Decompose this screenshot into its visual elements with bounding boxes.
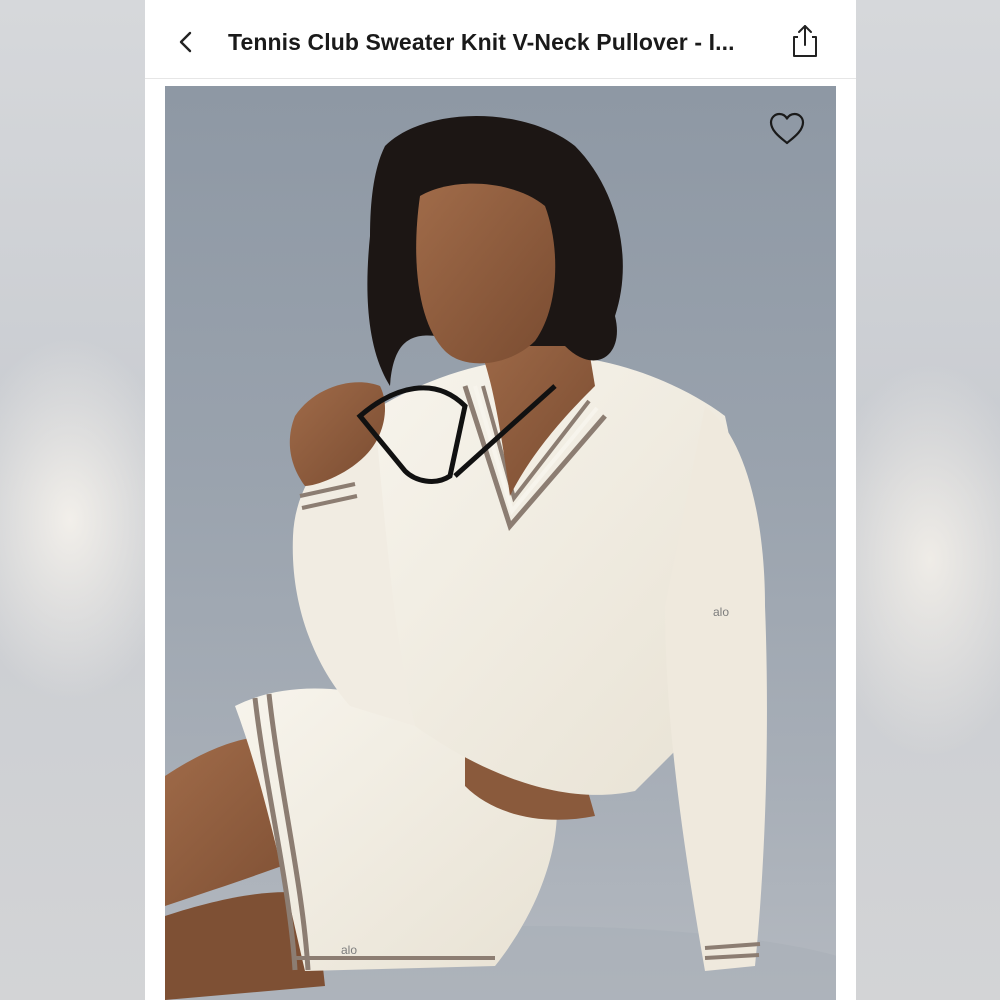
app-screen: Tennis Club Sweater Knit V-Neck Pullover… [145, 0, 856, 1000]
back-button[interactable] [171, 24, 201, 60]
favorite-button[interactable] [767, 110, 807, 148]
share-icon [793, 25, 817, 57]
page-title: Tennis Club Sweater Knit V-Neck Pullover… [228, 29, 735, 55]
share-button[interactable] [788, 22, 822, 60]
product-photo: alo alo [165, 116, 836, 1000]
navigation-bar: Tennis Club Sweater Knit V-Neck Pullover… [145, 0, 856, 79]
brand-logo-skirt: alo [341, 943, 357, 957]
product-image[interactable]: alo alo [165, 86, 836, 1000]
chevron-left-icon [179, 31, 192, 53]
heart-outline-icon [769, 112, 805, 145]
brand-logo: alo [713, 605, 729, 619]
